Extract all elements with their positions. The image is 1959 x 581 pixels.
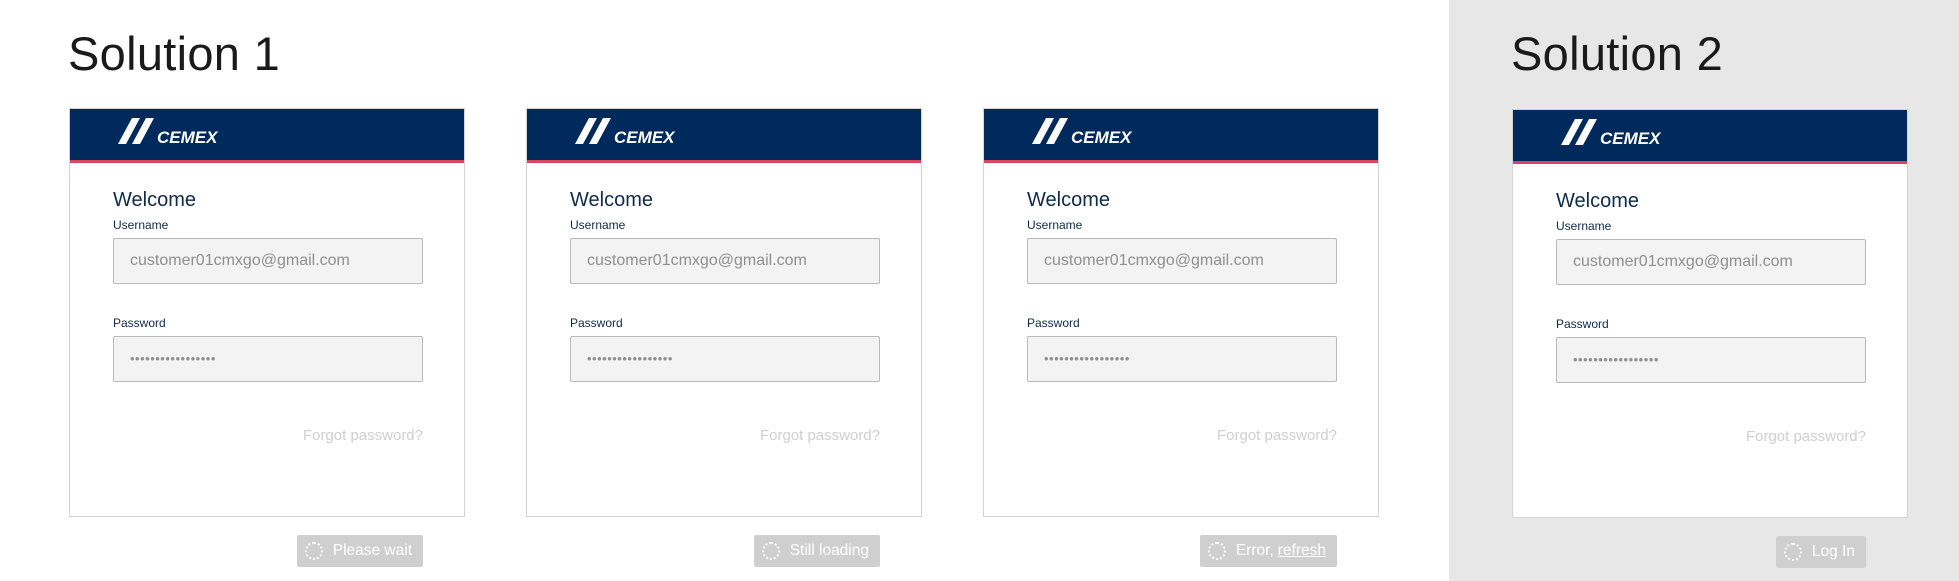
- password-field[interactable]: •••••••••••••••••: [570, 336, 880, 382]
- logo-text: CEMEX: [1071, 128, 1133, 147]
- password-field[interactable]: •••••••••••••••••: [1027, 336, 1337, 382]
- welcome-heading: Welcome: [113, 189, 196, 211]
- still-loading-button[interactable]: Still loading: [753, 535, 880, 567]
- card-header: CEMEX: [527, 109, 921, 163]
- welcome-heading: Welcome: [570, 189, 653, 211]
- cemex-logo: CEMEX: [1032, 118, 1148, 153]
- login-form: Welcome Username customer01cmxgo@gmail.c…: [113, 187, 423, 567]
- forgot-password-link[interactable]: Forgot password?: [1746, 428, 1866, 445]
- logo-text: CEMEX: [614, 128, 676, 147]
- button-label: Still loading: [789, 542, 869, 559]
- welcome-heading: Welcome: [1027, 189, 1110, 211]
- password-label: Password: [1556, 317, 1609, 331]
- username-label: Username: [570, 218, 626, 232]
- logo-text: CEMEX: [157, 128, 219, 147]
- password-field[interactable]: •••••••••••••••••: [1556, 337, 1866, 383]
- spinner-icon: [761, 542, 780, 560]
- error-refresh-button[interactable]: Error, refresh: [1199, 535, 1337, 567]
- refresh-link[interactable]: refresh: [1278, 535, 1326, 567]
- spinner-icon: [304, 542, 323, 560]
- button-label: Log In: [1811, 543, 1855, 560]
- welcome-heading: Welcome: [1556, 190, 1639, 212]
- cemex-logo: CEMEX: [575, 118, 691, 153]
- login-form: Welcome Username customer01cmxgo@gmail.c…: [1027, 187, 1337, 567]
- login-card: CEMEX Welcome Username customer01cmxgo@g…: [1512, 109, 1908, 568]
- password-field[interactable]: •••••••••••••••••: [113, 336, 423, 382]
- logo-text: CEMEX: [1600, 129, 1662, 148]
- button-label: Please wait: [332, 542, 412, 559]
- solution-1-title: Solution 1: [68, 27, 281, 80]
- password-label: Password: [570, 316, 623, 330]
- login-form: Welcome Username customer01cmxgo@gmail.c…: [1556, 188, 1866, 568]
- forgot-password-link[interactable]: Forgot password?: [760, 427, 880, 444]
- button-label: Error,: [1235, 542, 1274, 559]
- card-header: CEMEX: [70, 109, 464, 163]
- username-field[interactable]: customer01cmxgo@gmail.com: [1027, 238, 1337, 284]
- login-button[interactable]: Log In: [1775, 536, 1866, 568]
- password-label: Password: [1027, 316, 1080, 330]
- password-label: Password: [113, 316, 166, 330]
- cemex-logo: CEMEX: [118, 118, 234, 153]
- spinner-icon: [1783, 543, 1802, 561]
- username-label: Username: [113, 218, 169, 232]
- cemex-logo: CEMEX: [1561, 119, 1677, 154]
- username-label: Username: [1556, 219, 1612, 233]
- please-wait-button[interactable]: Please wait: [296, 535, 423, 567]
- forgot-password-link[interactable]: Forgot password?: [1217, 427, 1337, 444]
- username-field[interactable]: customer01cmxgo@gmail.com: [113, 238, 423, 284]
- card-header: CEMEX: [984, 109, 1378, 163]
- login-form: Welcome Username customer01cmxgo@gmail.c…: [570, 187, 880, 567]
- username-field[interactable]: customer01cmxgo@gmail.com: [1556, 239, 1866, 285]
- solution-2-title: Solution 2: [1511, 27, 1724, 80]
- spinner-icon: [1207, 542, 1226, 560]
- forgot-password-link[interactable]: Forgot password?: [303, 427, 423, 444]
- login-card: CEMEX Welcome Username customer01cmxgo@g…: [526, 108, 922, 567]
- login-card: CEMEX Welcome Username customer01cmxgo@g…: [983, 108, 1379, 567]
- username-field[interactable]: customer01cmxgo@gmail.com: [570, 238, 880, 284]
- login-card: CEMEX Welcome Username customer01cmxgo@g…: [69, 108, 465, 567]
- card-header: CEMEX: [1513, 110, 1907, 164]
- username-label: Username: [1027, 218, 1083, 232]
